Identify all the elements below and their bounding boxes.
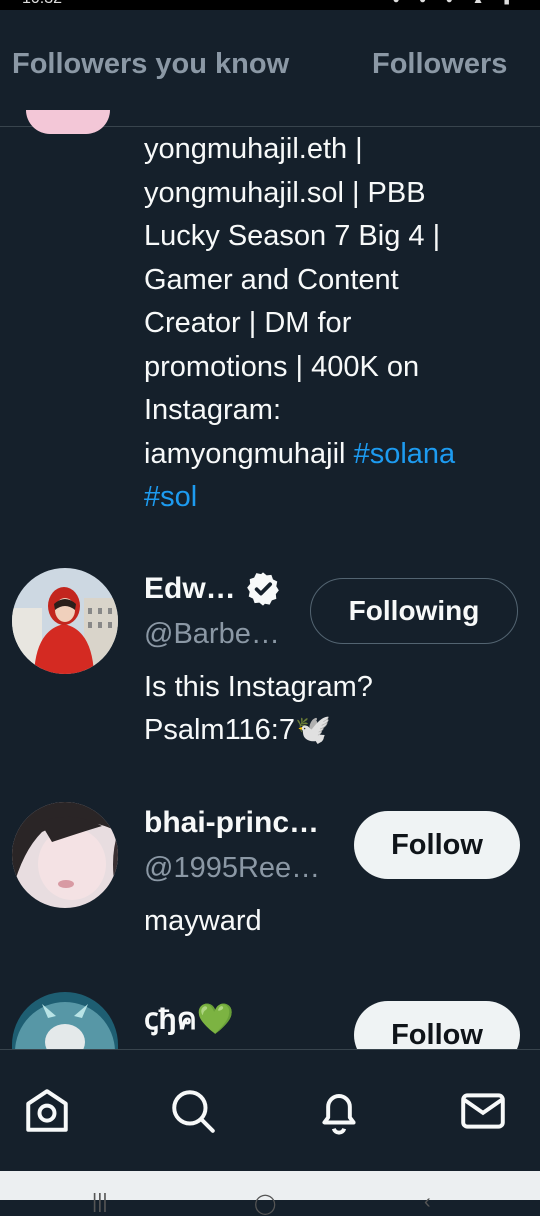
tab-followers[interactable]: Followers: [372, 48, 507, 81]
back-icon[interactable]: ‹: [424, 1191, 431, 1214]
search-icon[interactable]: [168, 1086, 218, 1136]
user-name[interactable]: Edw…: [144, 572, 236, 606]
user-bio: Is this Instagram? Psalm116:7🕊️: [144, 671, 373, 746]
bottom-navigation: [0, 1049, 540, 1172]
tab-followers-you-know[interactable]: Followers you know: [12, 48, 289, 81]
user-name[interactable]: ꞔђค💚: [144, 996, 234, 1043]
hashtag-link[interactable]: #solana: [354, 438, 456, 470]
avatar[interactable]: [12, 992, 118, 1049]
bell-icon[interactable]: [314, 1086, 364, 1136]
recents-icon[interactable]: |||: [92, 1191, 108, 1214]
following-button[interactable]: Following: [310, 578, 518, 644]
mail-icon[interactable]: [458, 1086, 508, 1136]
avatar[interactable]: [12, 568, 118, 674]
status-bar: 10:32 ● ● ● ▲ ▮: [0, 0, 540, 10]
user-name[interactable]: bhai-princ…: [144, 806, 319, 840]
home-button-icon[interactable]: ◯: [254, 1191, 276, 1216]
user-handle: @1995Ree…: [144, 852, 321, 884]
user-bio: mayward: [144, 905, 262, 937]
home-icon[interactable]: [22, 1086, 72, 1136]
hashtag-link[interactable]: #sol: [144, 481, 197, 513]
avatar[interactable]: [26, 110, 110, 134]
follow-button[interactable]: Follow: [354, 811, 520, 879]
user-bio: yongmuhajil.eth | yongmuhajil.sol | PBB …: [144, 133, 456, 513]
status-icons: ● ● ● ▲ ▮: [392, 0, 518, 6]
verified-badge-icon: [247, 572, 279, 606]
user-handle: @Barbe…: [144, 618, 280, 650]
avatar[interactable]: [12, 802, 118, 908]
status-time: 10:32: [22, 0, 62, 8]
android-navigation-bar: ||| ◯ ‹: [0, 1171, 540, 1215]
